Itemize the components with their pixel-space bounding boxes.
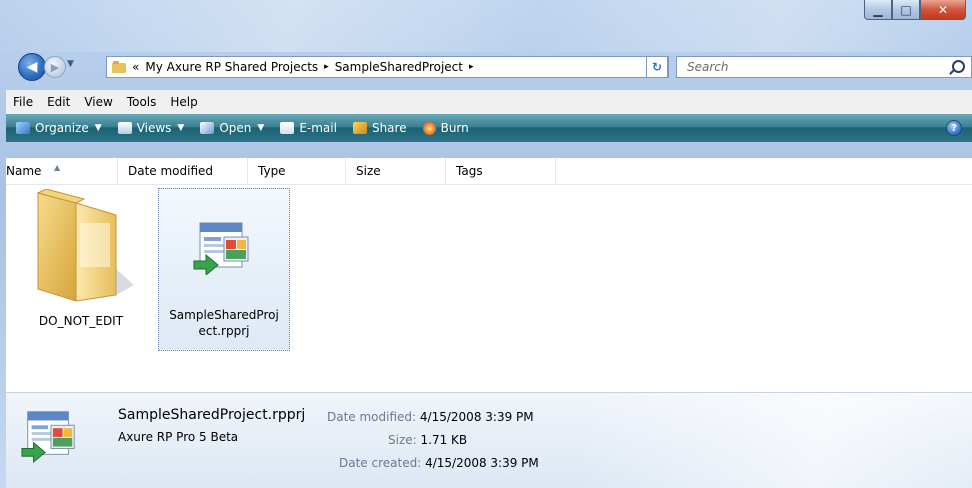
menu-file[interactable]: File [6, 95, 40, 109]
details-filename: SampleSharedProject.rpprj [118, 407, 306, 423]
search-icon[interactable] [952, 60, 965, 73]
menu-bar: File Edit View Tools Help [6, 90, 972, 115]
burn-button[interactable]: Burn [422, 121, 469, 135]
breadcrumb-separator-icon[interactable]: ▸ [469, 62, 474, 72]
date-modified-value: 4/15/2008 3:39 PM [419, 410, 534, 424]
column-type[interactable]: Type [248, 158, 346, 184]
share-button[interactable]: Share [352, 121, 407, 135]
organize-icon [16, 122, 30, 134]
chevron-down-icon: ▼ [177, 123, 185, 133]
address-bar[interactable]: « My Axure RP Shared Projects ▸ SampleSh… [106, 56, 669, 78]
column-headers: ▲ Name Date modified Type Size Tags [6, 158, 972, 185]
email-label: E-mail [299, 121, 337, 135]
navigation-bar: ◀ ▶ ▼ « My Axure RP Shared Projects ▸ Sa… [0, 50, 972, 82]
size-value: 1.71 KB [420, 433, 468, 447]
views-button[interactable]: Views ▼ [117, 121, 185, 135]
column-name[interactable]: ▲ Name [6, 158, 118, 184]
list-item[interactable]: DO_NOT_EDIT [6, 185, 156, 355]
recent-pages-dropdown[interactable]: ▼ [67, 59, 74, 69]
date-modified-label: Date modified: [327, 410, 417, 424]
organize-button[interactable]: Organize ▼ [16, 121, 102, 135]
axure-document-icon [193, 222, 249, 275]
date-created-label: Date created: [339, 456, 422, 470]
menu-view[interactable]: View [77, 95, 119, 109]
details-app-type: Axure RP Pro 5 Beta [118, 430, 239, 444]
arrow-left-icon: ◀ [26, 59, 38, 75]
breadcrumb-separator-icon[interactable]: ▸ [324, 62, 329, 72]
open-button[interactable]: Open ▼ [200, 121, 264, 135]
details-pane: SampleSharedProject.rpprj Axure RP Pro 5… [6, 392, 972, 488]
column-date-modified[interactable]: Date modified [118, 158, 248, 184]
details-date-modified: Date modified: 4/15/2008 3:39 PM [327, 410, 534, 424]
minimize-button[interactable]: ▁ [864, 0, 892, 20]
share-icon [352, 122, 367, 134]
search-box[interactable] [676, 56, 972, 78]
help-icon[interactable]: ? [946, 120, 962, 136]
folder-icon [36, 189, 134, 302]
file-name: SampleSharedProj [169, 308, 279, 322]
menu-edit[interactable]: Edit [40, 95, 77, 109]
file-name: DO_NOT_EDIT [38, 314, 124, 328]
address-overflow-chevron[interactable]: « [132, 60, 139, 74]
search-input[interactable] [685, 59, 929, 75]
views-label: Views [136, 121, 172, 135]
close-button[interactable]: ✕ [920, 0, 966, 20]
forward-button[interactable]: ▶ [44, 56, 66, 78]
file-list: DO_NOT_EDIT SampleSharedProj ect.rpprj [6, 185, 972, 392]
views-icon [117, 122, 132, 134]
explorer-window: ▁ □ ✕ ◀ ▶ ▼ « My Axure RP Shared Project… [0, 0, 972, 488]
date-created-value: 4/15/2008 3:39 PM [425, 456, 539, 470]
share-label: Share [371, 121, 407, 135]
organize-label: Organize [35, 121, 89, 135]
email-button[interactable]: E-mail [280, 121, 337, 135]
burn-label: Burn [440, 121, 469, 135]
maximize-button[interactable]: □ [892, 0, 920, 20]
refresh-button[interactable]: ↻ [646, 56, 668, 78]
chevron-down-icon: ▼ [257, 123, 265, 133]
details-size: Size: 1.71 KB [388, 433, 467, 447]
file-name-continued: ect.rpprj [198, 324, 250, 338]
command-bar: Organize ▼ Views ▼ Open ▼ E-mail Share B… [6, 114, 972, 142]
breadcrumb-samplesharedproject[interactable]: SampleSharedProject [335, 60, 463, 74]
chevron-down-icon: ▼ [94, 123, 102, 133]
title-bar[interactable] [0, 0, 972, 52]
refresh-icon: ↻ [651, 60, 663, 74]
burn-disc-icon [422, 121, 436, 135]
breadcrumb-my-axure-rp-shared-projects[interactable]: My Axure RP Shared Projects [145, 60, 318, 74]
open-label: Open [219, 121, 252, 135]
menu-help[interactable]: Help [163, 95, 204, 109]
folder-icon [112, 61, 126, 73]
back-button[interactable]: ◀ [18, 53, 46, 81]
arrow-right-icon: ▶ [50, 60, 60, 74]
list-item-selected[interactable]: SampleSharedProj ect.rpprj [158, 188, 290, 351]
caption-buttons: ▁ □ ✕ [864, 0, 966, 24]
axure-document-icon [21, 411, 75, 463]
size-label: Size: [388, 433, 417, 447]
column-size[interactable]: Size [346, 158, 446, 184]
menu-tools[interactable]: Tools [120, 95, 164, 109]
email-icon [280, 122, 295, 134]
sort-ascending-icon: ▲ [54, 163, 61, 172]
open-app-icon [200, 122, 215, 134]
details-decoration [586, 393, 972, 488]
details-date-created: Date created: 4/15/2008 3:39 PM [339, 456, 539, 470]
column-tags[interactable]: Tags [446, 158, 556, 184]
